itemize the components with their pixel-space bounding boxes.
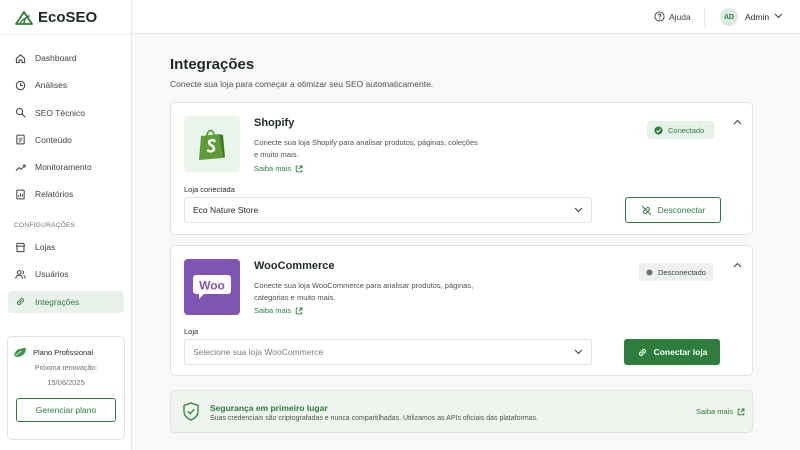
- field-label: Loja conectada: [184, 185, 235, 194]
- sidebar-item-label: Lojas: [35, 242, 56, 252]
- header-divider: [704, 8, 705, 26]
- plan-renewal-date: 15/06/2025: [47, 378, 85, 387]
- woo-logo-text: Woo: [199, 279, 225, 293]
- plan-card: Plano Profissional Próxima renovação: 15…: [7, 336, 125, 440]
- sidebar-item-label: Monitoramento: [35, 162, 92, 173]
- chevron-down-icon[interactable]: [774, 13, 783, 19]
- integration-description: Conecte sua loja Shopify para analisar p…: [254, 138, 478, 159]
- logo[interactable]: EcoSEO: [14, 9, 97, 26]
- brand-name: EcoSEO: [38, 9, 98, 26]
- sidebar-item-monitoramento[interactable]: Monitoramento: [8, 156, 124, 178]
- help-label: Ajuda: [669, 11, 691, 22]
- manage-plan-button[interactable]: Gerenciar plano: [16, 398, 116, 422]
- learn-more-link[interactable]: Saiba mais: [254, 306, 303, 315]
- status-dot-icon: [646, 269, 653, 275]
- sidebar-item-dashboard[interactable]: Dashboard: [8, 47, 124, 69]
- sidebar-item-label: Usuários: [35, 269, 69, 280]
- store-select[interactable]: Eco Nature Store: [184, 197, 592, 223]
- select-value: Eco Nature Store: [193, 205, 259, 215]
- store-select[interactable]: Selecione sua loja WooCommerce: [184, 339, 592, 365]
- page-title: Integrações: [170, 56, 255, 73]
- sidebar-item-analises[interactable]: Análises: [8, 74, 124, 96]
- external-link-icon: [295, 307, 303, 314]
- woocommerce-logo: Woo: [184, 259, 240, 315]
- shopify-logo: [184, 116, 240, 172]
- integration-title: WooCommerce: [254, 260, 335, 272]
- help-button[interactable]: Ajuda: [654, 11, 691, 22]
- sidebar-item-lojas[interactable]: Lojas: [8, 236, 124, 258]
- external-link-icon: [737, 408, 745, 415]
- shield-check-icon: [183, 402, 199, 421]
- status-badge: Desconectado: [639, 263, 713, 281]
- sidebar-item-label: Conteúdo: [35, 134, 72, 145]
- connect-store-button[interactable]: Conectar loja: [624, 339, 720, 365]
- users-icon: [15, 269, 26, 279]
- chevron-up-icon[interactable]: [733, 119, 742, 125]
- home-icon: [15, 53, 26, 63]
- status-label: Conectado: [668, 125, 705, 135]
- sidebar-item-usuarios[interactable]: Usuários: [8, 263, 124, 285]
- integration-title: Shopify: [254, 117, 295, 129]
- sidebar-item-label: Integrações: [35, 296, 80, 307]
- button-label: Desconectar: [657, 205, 706, 215]
- sidebar-item-label: Dashboard: [35, 53, 77, 63]
- integration-card-woocommerce: Woo WooCommerce Conecte sua loja WooComm…: [170, 245, 753, 376]
- chevron-up-icon[interactable]: [733, 262, 742, 268]
- learn-more-label: Saiba mais: [696, 407, 734, 416]
- config-section-label: CONFIGURAÇÕES: [14, 222, 76, 229]
- plan-renewal-label: Próxima renovação:: [34, 365, 98, 372]
- report-icon: [16, 189, 25, 200]
- clock-chart-icon: [15, 80, 26, 91]
- unlink-icon: [641, 205, 651, 215]
- chevron-down-icon: [574, 349, 583, 355]
- chevron-down-icon: [574, 207, 583, 213]
- check-circle-icon: [654, 125, 663, 135]
- page-subtitle: Conecte sua loja para começar a otimizar…: [170, 79, 434, 89]
- document-icon: [16, 134, 25, 145]
- sidebar-item-label: SEO Técnico: [35, 107, 85, 118]
- leaf-icon: [13, 348, 26, 358]
- sidebar-item-label: Relatórios: [35, 189, 74, 200]
- security-banner: Segurança em primeiro lugar Suas credenc…: [170, 390, 753, 433]
- security-title: Segurança em primeiro lugar: [210, 403, 328, 413]
- user-name[interactable]: Admin: [745, 12, 769, 22]
- learn-more-label: Saiba mais: [254, 164, 292, 173]
- learn-more-link[interactable]: Saiba mais: [254, 164, 303, 173]
- sidebar-item-label: Análises: [35, 80, 68, 91]
- main-nav: Dashboard Análises SEO Técnico Conteúdo …: [8, 47, 124, 211]
- disconnect-button[interactable]: Desconectar: [625, 197, 721, 223]
- search-gear-icon: [15, 108, 26, 118]
- store-icon: [15, 242, 26, 252]
- config-nav: Lojas Usuários Integrações: [8, 236, 124, 318]
- plan-name: Plano Profissional: [33, 348, 94, 357]
- field-label: Loja: [184, 327, 199, 336]
- integration-card-shopify: Shopify Conecte sua loja Shopify para an…: [170, 102, 753, 235]
- link-icon: [17, 298, 24, 306]
- status-label: Desconectado: [658, 267, 706, 277]
- external-link-icon: [295, 165, 303, 172]
- leaf-logo-icon: [15, 10, 33, 25]
- avatar[interactable]: AD: [720, 8, 738, 26]
- sidebar-item-integracoes[interactable]: Integrações: [8, 290, 124, 313]
- status-badge: Conectado: [647, 121, 714, 139]
- sidebar-header-divider: [0, 34, 132, 35]
- help-icon: [654, 11, 665, 22]
- trend-icon: [15, 164, 26, 171]
- woo-logo-icon: Woo: [193, 275, 231, 299]
- sidebar-item-relatorios[interactable]: Relatórios: [8, 183, 124, 205]
- select-placeholder: Selecione sua loja WooCommerce: [193, 347, 324, 357]
- button-label: Conectar loja: [653, 347, 708, 357]
- learn-more-label: Saiba mais: [254, 306, 292, 315]
- link-icon: [638, 348, 646, 356]
- plan-header: Plano Profissional: [13, 347, 93, 358]
- security-learn-more-link[interactable]: Saiba mais: [696, 407, 745, 416]
- security-description: Suas credenciais são criptografadas e nu…: [210, 415, 538, 422]
- sidebar-item-conteudo[interactable]: Conteúdo: [8, 129, 124, 151]
- top-header: Ajuda AD Admin: [133, 0, 800, 34]
- sidebar-item-seo-tecnico[interactable]: SEO Técnico: [8, 102, 124, 124]
- sidebar: EcoSEO Dashboard Análises SEO Técnico Co…: [0, 0, 132, 450]
- integration-description: Conecte sua loja WooCommerce para analis…: [254, 281, 474, 302]
- shopify-bag-icon: [199, 129, 225, 160]
